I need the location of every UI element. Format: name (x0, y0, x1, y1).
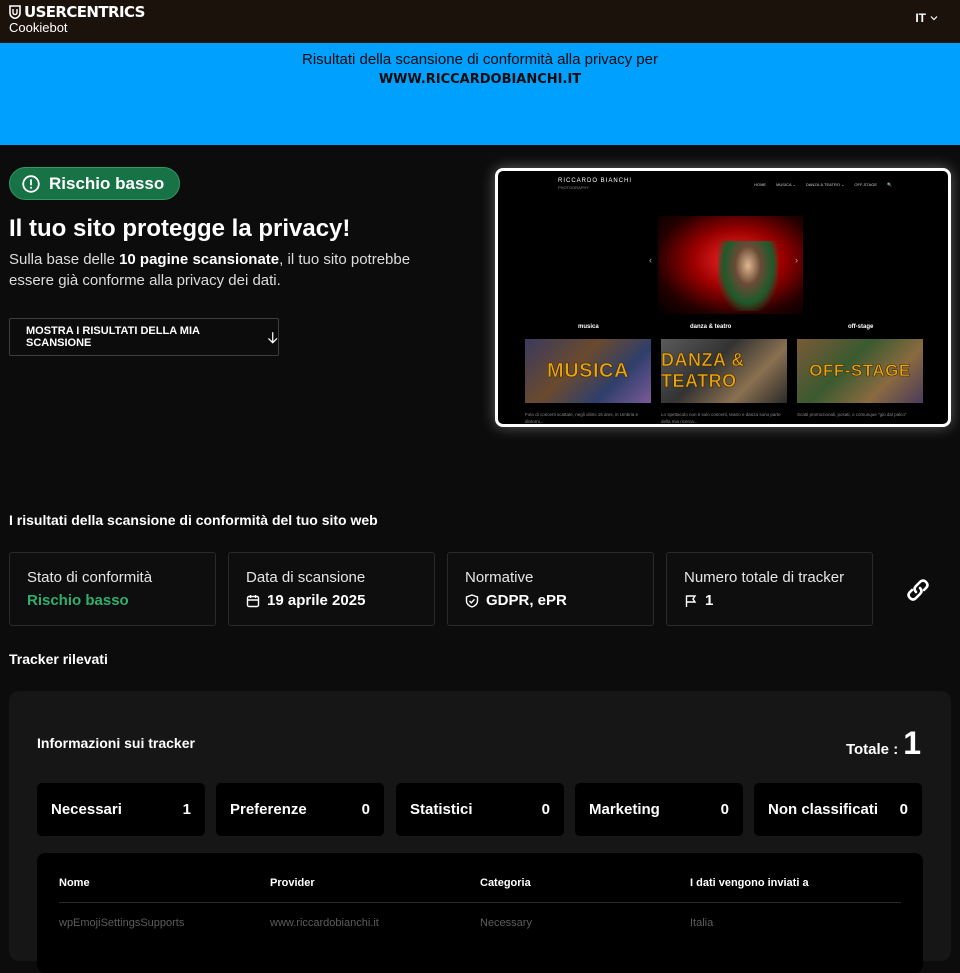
risk-badge-label: Rischio basso (49, 173, 165, 193)
tracker-count-value: 1 (705, 592, 714, 609)
preview-nav-item: DANZA & TEATRO ⌄ (805, 182, 845, 187)
stat-value: GDPR, ePR (465, 592, 653, 609)
preview-caption: off-stage (848, 324, 874, 330)
category-label: Marketing (589, 801, 660, 818)
preview-caption: musica (578, 324, 599, 330)
category-marketing[interactable]: Marketing 0 (575, 783, 743, 836)
preview-brand: RICCARDO BIANCHI (558, 178, 633, 184)
stat-value: Rischio basso (27, 592, 215, 609)
preview-hero-figure (718, 241, 778, 311)
tracker-info-panel: Informazioni sui tracker Totale : 1 Nece… (9, 691, 951, 973)
regulations-value: GDPR, ePR (486, 592, 567, 609)
preview-nav-item: 🔍 (887, 182, 892, 187)
show-results-button[interactable]: MOSTRA I RISULTATI DELLA MIA SCANSIONE (9, 318, 279, 356)
category-unclassified[interactable]: Non classificati 0 (754, 783, 922, 836)
usercentrics-logo[interactable]: USERCENTRICS Cookiebot (9, 3, 145, 35)
preview-prev-arrow-icon: ‹ (649, 255, 652, 265)
share-link-icon[interactable] (902, 574, 934, 606)
category-label: Statistici (410, 801, 473, 818)
category-label: Preferenze (230, 801, 307, 818)
preview-desc: Lo spettacolo non è solo concerti, teatr… (661, 412, 781, 424)
tracker-panel-title: Informazioni sui tracker (37, 735, 195, 751)
language-selector[interactable]: IT (915, 11, 938, 25)
preview-tile-musica: MUSICA (525, 339, 651, 403)
column-header-destination: I dati vengono inviati a (690, 877, 809, 889)
compliance-status-value: Rischio basso (27, 592, 129, 609)
cell-destination: Italia (690, 917, 714, 929)
category-label: Necessari (51, 801, 122, 818)
preview-nav: HOME MUSICA ⌄ DANZA & TEATRO ⌄ OFF-STAGE… (754, 182, 892, 187)
column-header-provider: Provider (270, 877, 315, 889)
column-header-name: Nome (59, 877, 90, 889)
preview-nav-item: MUSICA ⌄ (776, 182, 796, 187)
scan-banner: Risultati della scansione di conformità … (0, 43, 960, 145)
preview-tile-danza: DANZA & TEATRO (661, 339, 787, 403)
preview-desc: Scatti promozionali, posati, o comunque … (797, 412, 907, 417)
category-count: 0 (541, 801, 550, 818)
website-preview: RICCARDO BIANCHI PHOTOGRAPHY HOME MUSICA… (495, 168, 951, 427)
hero-title: Il tuo sito protegge la privacy! (9, 215, 351, 242)
tracker-table: Nome Provider Categoria I dati vengono i… (37, 853, 923, 973)
preview-nav-item: HOME (754, 182, 767, 187)
stat-label: Numero totale di tracker (684, 569, 845, 586)
regulations-card: Normative GDPR, ePR (447, 552, 654, 626)
flag-icon (685, 594, 697, 607)
language-label: IT (915, 11, 926, 25)
stat-value: 1 (684, 592, 872, 609)
tracker-total: Totale : 1 (846, 725, 921, 762)
table-divider (59, 902, 901, 903)
shield-check-icon (465, 593, 479, 608)
preview-caption: danza & teatro (690, 324, 732, 330)
scan-date-value: 19 aprile 2025 (267, 592, 366, 609)
arrow-down-icon (267, 331, 278, 344)
preview-next-arrow-icon: › (795, 255, 798, 265)
compliance-status-card: Stato di conformità Rischio basso (9, 552, 216, 626)
category-count: 0 (720, 801, 729, 818)
scan-date-card: Data di scansione 19 aprile 2025 (228, 552, 435, 626)
category-statistics[interactable]: Statistici 0 (396, 783, 564, 836)
preview-brand-sub: PHOTOGRAPHY (558, 185, 590, 190)
category-necessary[interactable]: Necessari 1 (37, 783, 205, 836)
banner-heading: Risultati della scansione di conformità … (301, 51, 658, 68)
hero-description: Sulla base delle 10 pagine scansionate, … (9, 249, 439, 291)
stat-label: Normative (465, 569, 534, 586)
trackers-section-title: Tracker rilevati (9, 651, 108, 667)
results-title: I risultati della scansione di conformit… (9, 512, 378, 528)
category-count: 0 (361, 801, 370, 818)
calendar-icon (246, 594, 260, 607)
total-value: 1 (903, 725, 921, 761)
category-preferences[interactable]: Preferenze 0 (216, 783, 384, 836)
stat-label: Stato di conformità (27, 569, 153, 586)
preview-tile-offstage: OFF-STAGE (797, 339, 923, 403)
category-label: Non classificati (768, 801, 879, 818)
show-results-label: MOSTRA I RISULTATI DELLA MIA SCANSIONE (26, 325, 200, 349)
hero-section: Rischio basso Il tuo sito protegge la pr… (0, 145, 960, 495)
cell-name: wpEmojiSettingsSupports (59, 917, 185, 929)
shield-logo-icon (9, 5, 21, 19)
banner-site-url: WWW.RICCARDOBIANCHI.IT (378, 72, 582, 87)
hero-text-start: Sulla base delle (9, 251, 120, 268)
alert-circle-icon (22, 174, 40, 193)
chevron-down-icon (930, 16, 938, 21)
stat-label: Data di scansione (246, 569, 366, 586)
total-label: Totale : (845, 741, 899, 758)
brand-name: USERCENTRICS (24, 3, 145, 21)
cell-category: Necessary (480, 917, 532, 929)
preview-nav-item: OFF-STAGE (854, 182, 878, 187)
tracker-count-card: Numero totale di tracker 1 (666, 552, 873, 626)
risk-badge: Rischio basso (9, 167, 181, 200)
cell-provider: www.riccardobianchi.it (270, 917, 379, 929)
stat-value: 19 aprile 2025 (246, 592, 434, 609)
preview-desc: Foto di concerti scattate, negli ultimi … (525, 412, 639, 424)
top-bar: USERCENTRICS Cookiebot IT (0, 0, 960, 43)
column-header-category: Categoria (480, 877, 531, 889)
hero-text-pages: 10 pagine scansionate (119, 251, 280, 268)
category-count: 1 (182, 801, 191, 818)
category-count: 0 (899, 801, 908, 818)
product-name: Cookiebot (9, 20, 68, 35)
